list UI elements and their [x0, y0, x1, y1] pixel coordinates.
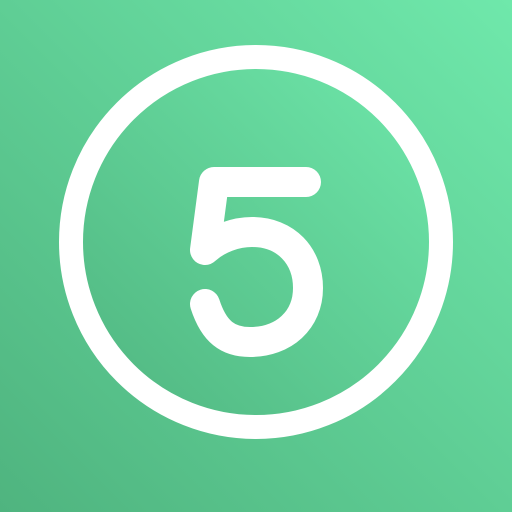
numeral-five-in-ring-icon: 5	[0, 0, 512, 512]
app-icon[interactable]: 5	[0, 0, 512, 512]
